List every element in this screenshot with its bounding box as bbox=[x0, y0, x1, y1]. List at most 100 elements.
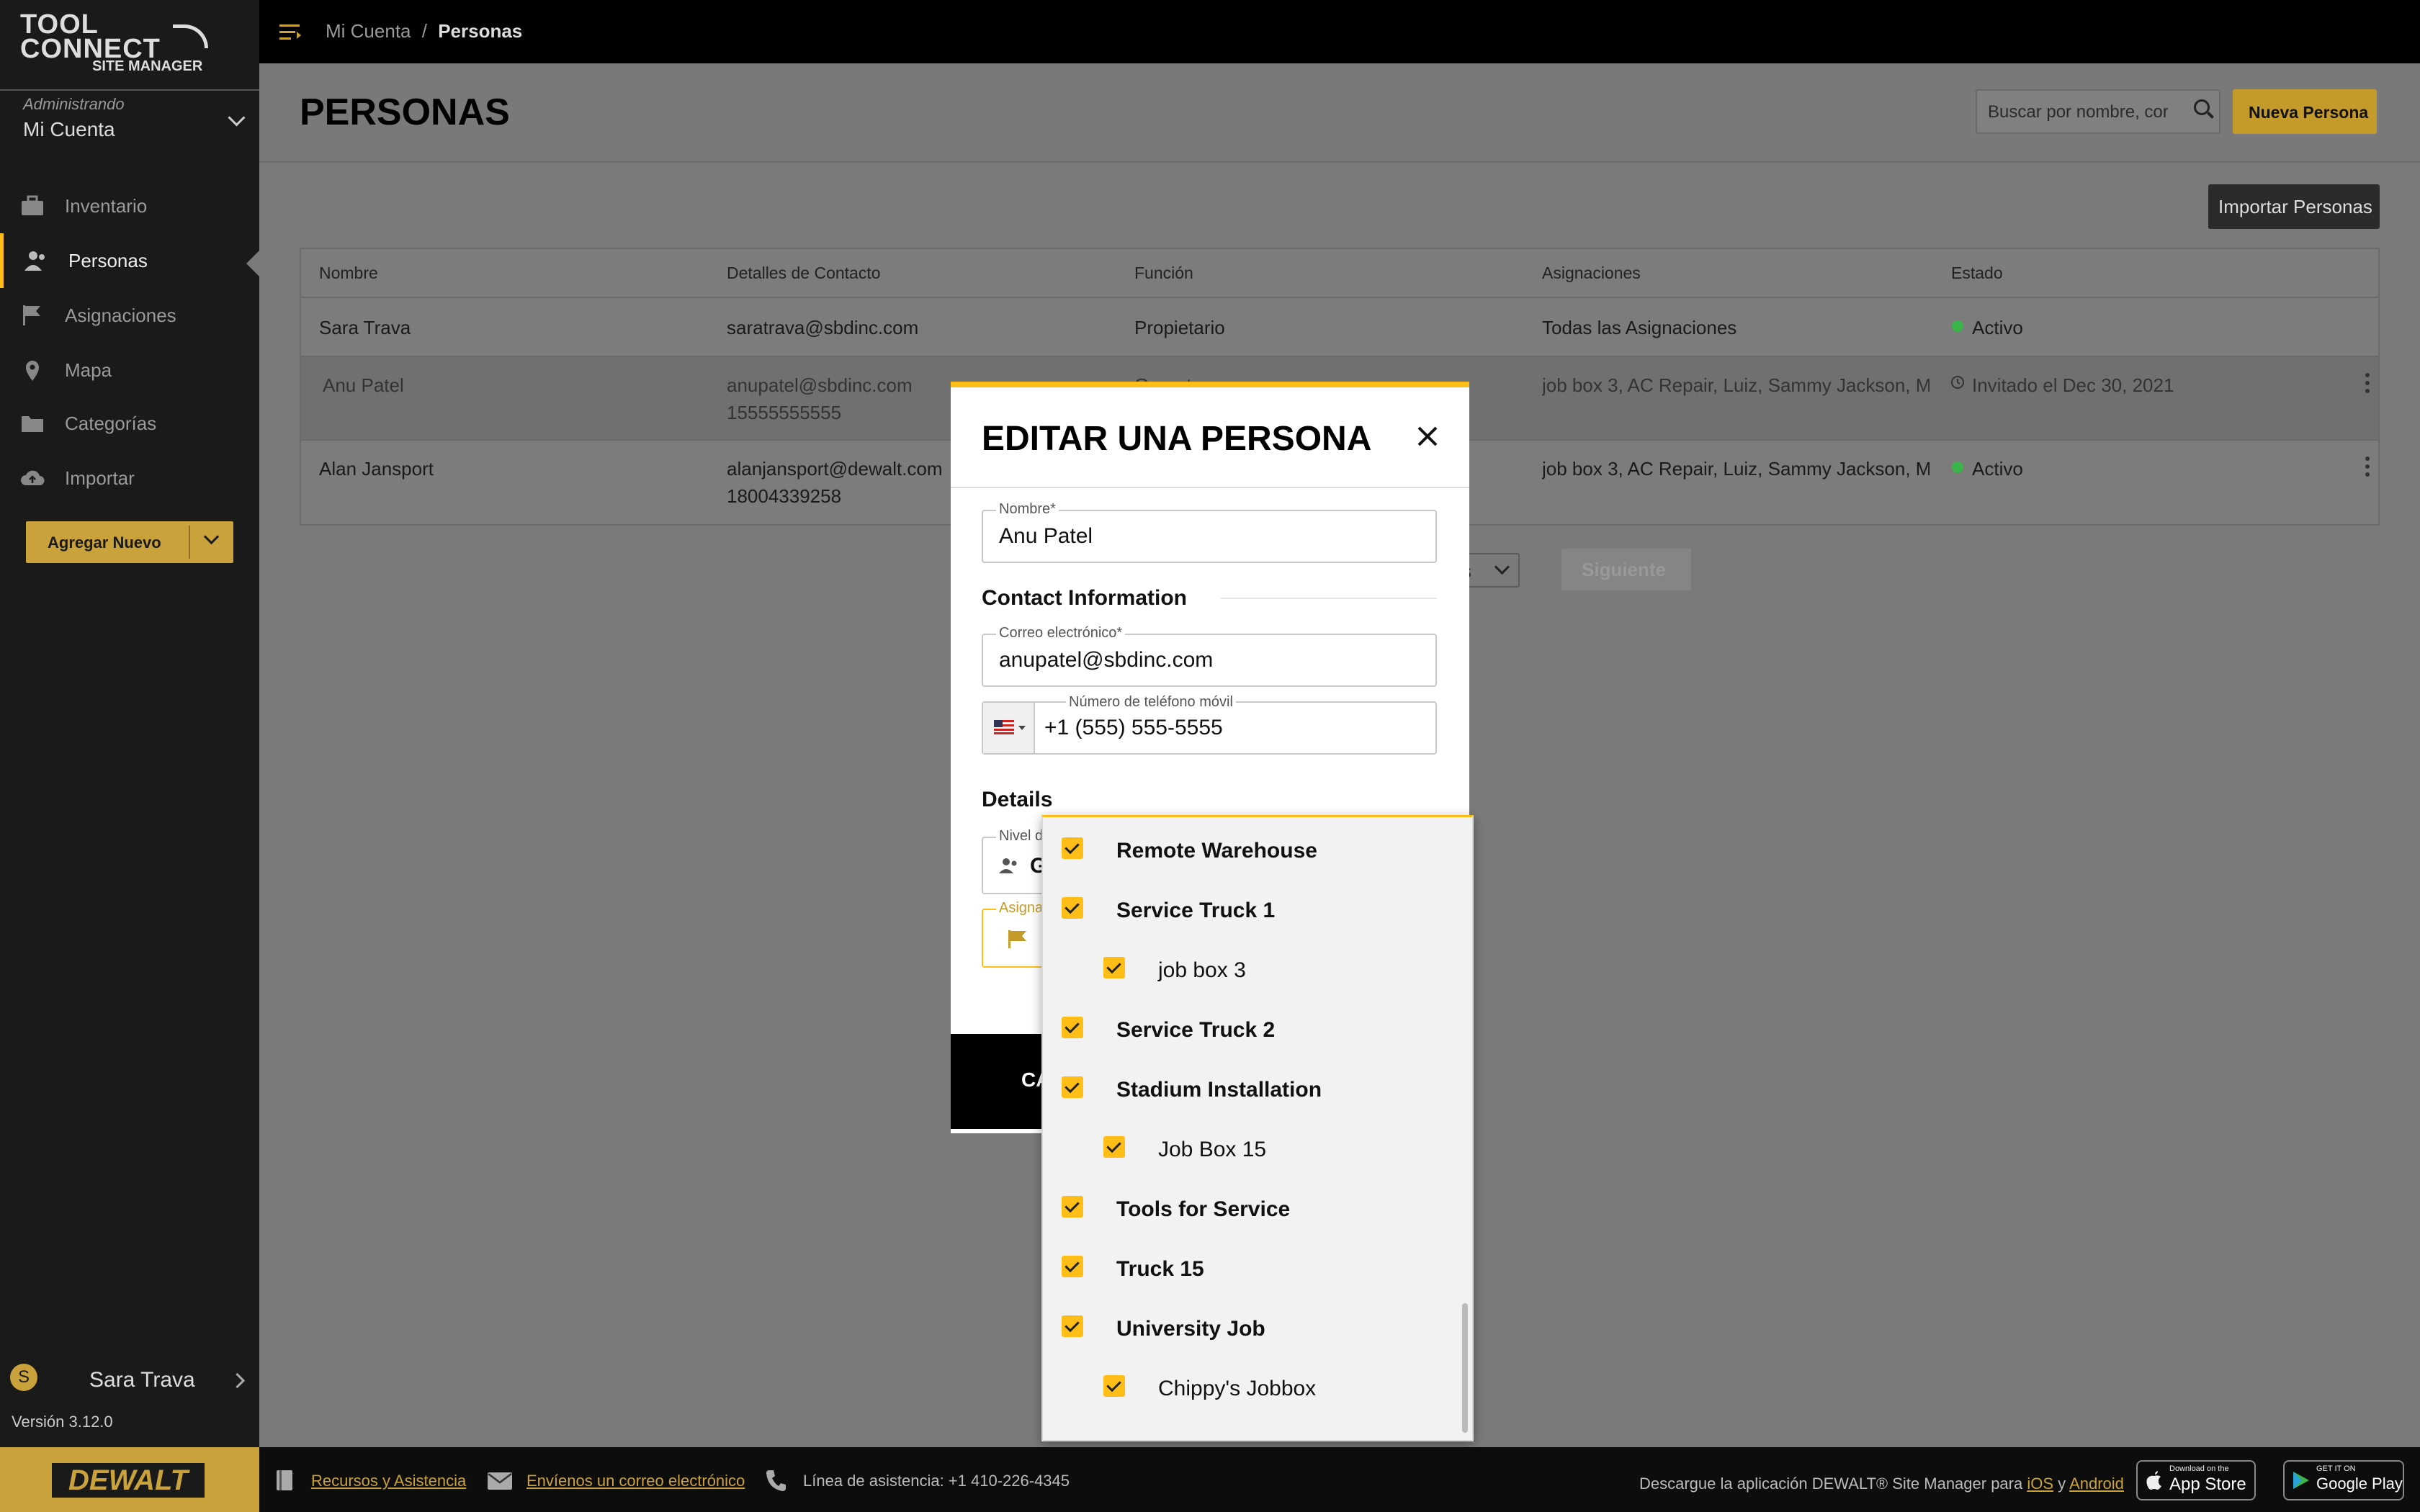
user-name[interactable]: Sara Trava bbox=[89, 1368, 195, 1392]
status-badge: Activo bbox=[1972, 458, 2023, 480]
and-text: y bbox=[2058, 1475, 2066, 1493]
clock-icon bbox=[1951, 376, 1964, 389]
dropdown-item[interactable]: Truck 15 bbox=[1043, 1236, 1468, 1295]
map-pin-icon bbox=[26, 361, 39, 381]
sidebar-item-categorias[interactable]: Categorías bbox=[0, 396, 259, 451]
cell-name: Alan Jansport bbox=[319, 458, 434, 480]
account-switcher[interactable]: Mi Cuenta bbox=[23, 118, 115, 141]
search-placeholder: Buscar por nombre, correo bbox=[1988, 102, 2168, 122]
dropdown-item[interactable]: Service Truck 1 bbox=[1043, 877, 1468, 937]
checkbox-checked-icon[interactable] bbox=[1062, 837, 1083, 859]
cell-email: anupatel@sbdinc.com bbox=[727, 374, 913, 396]
sidebar-item-asignaciones[interactable]: Asignaciones bbox=[0, 288, 259, 343]
caret-down-icon[interactable] bbox=[1018, 726, 1026, 730]
android-link[interactable]: Android bbox=[2069, 1475, 2124, 1493]
top-bar bbox=[259, 0, 2420, 63]
details-heading: Details bbox=[982, 788, 1053, 811]
divider bbox=[301, 297, 2378, 298]
dropdown-item[interactable]: job box 3 bbox=[1043, 937, 1468, 996]
apple-icon bbox=[2146, 1471, 2161, 1490]
download-app-text: Descargue la aplicación DEWALT® Site Man… bbox=[1639, 1475, 2124, 1493]
email-link[interactable]: Envíenos un correo electrónico bbox=[526, 1472, 745, 1490]
checkbox-checked-icon[interactable] bbox=[1062, 1017, 1083, 1038]
avatar[interactable]: S bbox=[10, 1364, 37, 1391]
add-new-label: Agregar Nuevo bbox=[48, 534, 161, 552]
menu-collapse-icon[interactable] bbox=[279, 23, 302, 42]
flag-icon bbox=[23, 305, 40, 325]
import-people-label: Importar Personas bbox=[2218, 196, 2372, 217]
resources-link[interactable]: Recursos y Asistencia bbox=[311, 1472, 466, 1490]
cell-phone: 18004339258 bbox=[727, 485, 842, 507]
name-field-label: Nombre* bbox=[996, 501, 1059, 518]
checkbox-checked-icon[interactable] bbox=[1103, 957, 1125, 978]
dropdown-item-label: Remote Warehouse bbox=[1116, 839, 1317, 863]
dropdown-item-label: Service Truck 2 bbox=[1116, 1018, 1276, 1042]
dropdown-item[interactable]: Stadium Installation bbox=[1043, 1056, 1468, 1116]
column-header[interactable]: Función bbox=[1134, 264, 1193, 283]
sidebar-item-importar[interactable]: Importar bbox=[0, 451, 259, 505]
people-icon bbox=[24, 251, 45, 271]
admin-label: Administrando bbox=[23, 95, 125, 113]
dropdown-item[interactable]: Chippy's Jobbox bbox=[1043, 1355, 1468, 1415]
email-icon bbox=[488, 1472, 512, 1490]
column-header[interactable]: Estado bbox=[1951, 264, 2003, 283]
modal-title: EDITAR UNA PERSONA bbox=[982, 420, 1372, 458]
add-new-button[interactable]: Agregar Nuevo bbox=[26, 521, 233, 563]
checkbox-checked-icon[interactable] bbox=[1103, 1375, 1125, 1397]
name-field-value: Anu Patel bbox=[999, 524, 1093, 548]
divider bbox=[189, 526, 190, 559]
assignments-field-label: Asigna bbox=[996, 900, 1047, 917]
app-store-badge[interactable]: Download on the App Store bbox=[2136, 1460, 2256, 1500]
divider bbox=[951, 487, 1469, 488]
flag-icon bbox=[1008, 930, 1026, 948]
close-icon[interactable] bbox=[1410, 419, 1445, 454]
level-field-label: Nivel d bbox=[996, 828, 1047, 845]
sidebar-item-label: Importar bbox=[65, 467, 135, 489]
breadcrumb-parent[interactable]: Mi Cuenta bbox=[326, 20, 411, 42]
sidebar-item-mapa[interactable]: Mapa bbox=[0, 343, 259, 397]
more-options-icon[interactable] bbox=[2365, 373, 2370, 377]
us-flag-icon bbox=[994, 720, 1014, 734]
checkbox-checked-icon[interactable] bbox=[1062, 1256, 1083, 1277]
app-store-label: App Store bbox=[2169, 1475, 2246, 1494]
checkbox-checked-icon[interactable] bbox=[1062, 1196, 1083, 1218]
column-header[interactable]: Asignaciones bbox=[1542, 264, 1641, 283]
briefcase-icon bbox=[22, 195, 43, 215]
chevron-down-icon[interactable] bbox=[203, 528, 220, 545]
dropdown-item-label: Tools for Service bbox=[1116, 1197, 1291, 1221]
sidebar-item-personas[interactable]: Personas bbox=[0, 233, 263, 288]
google-play-badge[interactable]: GET IT ON Google Play bbox=[2283, 1460, 2404, 1500]
download-app-label: Descargue la aplicación DEWALT® Site Man… bbox=[1639, 1475, 2023, 1493]
scrollbar[interactable] bbox=[1462, 1303, 1468, 1433]
dropdown-item-label: Service Truck 1 bbox=[1116, 899, 1276, 922]
ios-link[interactable]: iOS bbox=[2027, 1475, 2053, 1493]
dropdown-item[interactable]: Tools for Service bbox=[1043, 1176, 1468, 1236]
cell-name: Anu Patel bbox=[323, 374, 404, 396]
page-title: PERSONAS bbox=[300, 91, 510, 133]
breadcrumb-current: Personas bbox=[438, 20, 523, 42]
dropdown-item[interactable]: Job Box 15 bbox=[1043, 1116, 1468, 1176]
checkbox-checked-icon[interactable] bbox=[1103, 1136, 1125, 1158]
breadcrumb-separator: / bbox=[421, 20, 427, 42]
next-page-label: Siguiente bbox=[1582, 559, 1667, 580]
sidebar-item-label: Inventario bbox=[65, 195, 148, 217]
checkbox-checked-icon[interactable] bbox=[1062, 1076, 1083, 1098]
cell-email: alanjansport@dewalt.com bbox=[727, 458, 943, 480]
more-options-icon[interactable] bbox=[2365, 456, 2370, 461]
divider bbox=[1221, 598, 1437, 599]
column-header[interactable]: Detalles de Contacto bbox=[727, 264, 881, 283]
cell-assignments: job box 3, AC Repair, Luiz, Sammy Jackso… bbox=[1542, 458, 1930, 480]
dropdown-item-label: Chippy's Jobbox bbox=[1158, 1377, 1317, 1400]
contact-info-heading: Contact Information bbox=[982, 586, 1187, 610]
version-label: Versión 3.12.0 bbox=[12, 1413, 113, 1431]
phone-icon bbox=[766, 1470, 786, 1491]
checkbox-checked-icon[interactable] bbox=[1062, 1315, 1083, 1337]
sidebar-item-label: Mapa bbox=[65, 359, 112, 381]
dropdown-item[interactable]: Service Truck 2 bbox=[1043, 996, 1468, 1056]
sidebar-item-inventario[interactable]: Inventario bbox=[0, 179, 259, 233]
google-play-small: GET IT ON bbox=[2316, 1464, 2356, 1473]
column-header[interactable]: Nombre bbox=[319, 264, 378, 283]
dropdown-item[interactable]: Remote Warehouse bbox=[1043, 817, 1468, 877]
checkbox-checked-icon[interactable] bbox=[1062, 897, 1083, 919]
dropdown-item[interactable]: University Job bbox=[1043, 1295, 1468, 1355]
